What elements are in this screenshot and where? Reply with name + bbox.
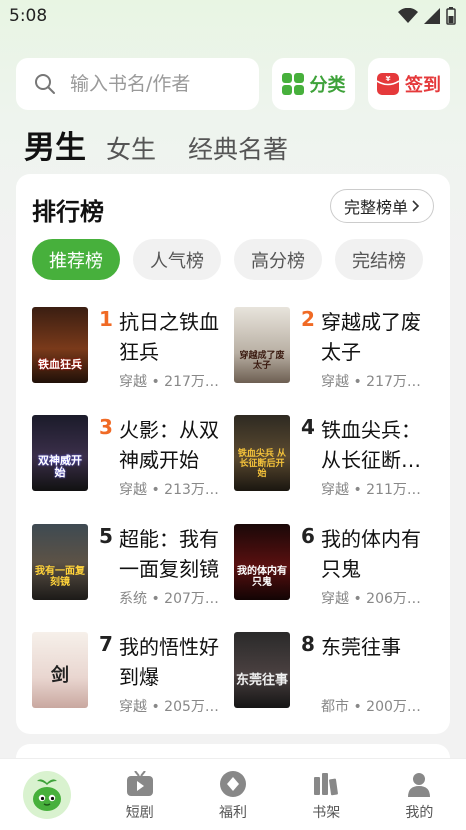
book-cover: 双神威开始 — [32, 415, 88, 491]
battery-icon — [446, 7, 456, 25]
book-title: 铁血尖兵：从长征断… — [321, 418, 421, 472]
book-meta: 穿越 • 206万… — [321, 591, 421, 607]
nav-label: 短剧 — [125, 805, 154, 821]
book-item[interactable]: 铁血尖兵 从长征断后开始 4 铁血尖兵：从长征断… 穿越 • 211万… — [234, 415, 434, 515]
book-cover: 铁血尖兵 从长征断后开始 — [234, 415, 290, 491]
tv-icon — [126, 771, 153, 796]
book-title: 超能：我有一面复刻镜 — [119, 527, 219, 581]
tab-classics[interactable]: 经典名著 — [188, 130, 288, 166]
book-item[interactable]: 铁血狂兵 1 抗日之铁血狂兵 穿越 • 217万… — [32, 307, 232, 407]
category-button-label: 分类 — [309, 75, 346, 96]
status-time: 5:08 — [9, 6, 48, 26]
book-cover: 铁血狂兵 — [32, 307, 88, 383]
search-input[interactable] — [70, 73, 250, 95]
cover-title: 东莞往事 — [236, 673, 289, 688]
nav-profile[interactable]: 我的 — [373, 759, 466, 830]
checkin-button[interactable]: ¥ 签到 — [368, 58, 450, 110]
ranking-card: 排行榜 完整榜单 推荐榜 人气榜 高分榜 完结榜 铁血狂兵 1 抗日之铁血狂兵 … — [16, 174, 450, 734]
book-rank: 7 — [99, 632, 113, 656]
cover-title: 我有一面复刻镜 — [35, 566, 85, 588]
book-title: 抗日之铁血狂兵 — [119, 310, 219, 364]
book-rank: 1 — [99, 307, 113, 331]
ranking-tabs: 推荐榜 人气榜 高分榜 完结榜 — [32, 239, 423, 280]
signal-icon — [424, 8, 440, 24]
nav-short-drama[interactable]: 短剧 — [93, 759, 186, 830]
book-cover: 东莞往事 — [234, 632, 290, 708]
book-title: 东莞往事 — [321, 635, 401, 659]
book-rank: 4 — [301, 415, 315, 439]
book-item[interactable]: 我的体内有只鬼 6 我的体内有只鬼 穿越 • 206万… — [234, 524, 434, 624]
grid-icon — [281, 73, 304, 95]
status-icons — [398, 7, 456, 25]
bottom-nav: 短剧 福利 书架 我的 — [0, 758, 466, 830]
cover-title: 剑 — [51, 665, 69, 686]
book-title: 火影：从双神威开始 — [119, 418, 219, 472]
book-title: 我的体内有只鬼 — [321, 527, 421, 581]
category-button[interactable]: 分类 — [272, 58, 355, 110]
cover-title: 我的体内有只鬼 — [237, 566, 287, 588]
book-cover: 剑 — [32, 632, 88, 708]
book-meta: 穿越 • 211万… — [321, 482, 421, 498]
cover-title: 铁血狂兵 — [38, 358, 82, 371]
search-icon — [35, 74, 55, 94]
checkin-button-label: 签到 — [405, 75, 441, 96]
book-meta: 穿越 • 205万… — [119, 699, 219, 715]
cover-title: 穿越成了废太子 — [239, 351, 285, 371]
book-meta: 系统 • 207万… — [119, 591, 219, 607]
book-meta: 穿越 • 217万… — [119, 374, 219, 390]
book-item[interactable]: 双神威开始 3 火影：从双神威开始 穿越 • 213万… — [32, 415, 232, 515]
book-title: 我的悟性好到爆 — [119, 635, 219, 689]
nav-label: 我的 — [405, 805, 434, 821]
nav-home[interactable] — [0, 759, 93, 830]
user-icon — [408, 773, 431, 797]
book-meta: 都市 • 200万… — [321, 699, 421, 715]
tab-female[interactable]: 女生 — [106, 130, 156, 166]
full-ranking-button[interactable]: 完整榜单 — [330, 189, 434, 223]
book-cover: 我的体内有只鬼 — [234, 524, 290, 600]
full-ranking-label: 完整榜单 — [343, 198, 408, 217]
status-bar: 5:08 — [0, 0, 466, 34]
nav-bookshelf[interactable]: 书架 — [280, 759, 373, 830]
tab-completed[interactable]: 完结榜 — [335, 239, 423, 280]
book-item[interactable]: 剑 7 我的悟性好到爆 穿越 • 205万… — [32, 632, 232, 732]
tab-recommend[interactable]: 推荐榜 — [32, 239, 120, 280]
mascot-icon — [22, 771, 71, 819]
book-rank: 8 — [301, 632, 315, 656]
tab-high-score[interactable]: 高分榜 — [234, 239, 322, 280]
search-box[interactable] — [16, 58, 259, 110]
book-item[interactable]: 我有一面复刻镜 5 超能：我有一面复刻镜 系统 • 207万… — [32, 524, 232, 624]
book-title: 穿越成了废太子 — [321, 310, 421, 364]
chevron-right-icon — [412, 200, 420, 212]
cover-title: 铁血尖兵 从长征断后开始 — [237, 449, 287, 479]
book-rank: 3 — [99, 415, 113, 439]
gender-tabs: 男生 女生 经典名著 — [24, 122, 320, 167]
cover-title: 双神威开始 — [38, 454, 82, 479]
bookshelf-icon — [314, 773, 339, 796]
book-item[interactable]: 穿越成了废太子 2 穿越成了废太子 穿越 • 217万… — [234, 307, 434, 407]
red-envelope-icon: ¥ — [377, 73, 399, 95]
book-rank: 6 — [301, 524, 315, 548]
book-meta: 穿越 • 213万… — [119, 482, 219, 498]
book-item[interactable]: 东莞往事 8 东莞往事 都市 • 200万… — [234, 632, 434, 732]
nav-label: 书架 — [312, 805, 341, 821]
book-cover: 穿越成了废太子 — [234, 307, 290, 383]
book-meta: 穿越 • 217万… — [321, 374, 421, 390]
svg-text:¥: ¥ — [386, 75, 391, 83]
tab-male[interactable]: 男生 — [24, 122, 86, 167]
tab-popular[interactable]: 人气榜 — [133, 239, 221, 280]
book-rank: 5 — [99, 524, 113, 548]
book-cover: 我有一面复刻镜 — [32, 524, 88, 600]
nav-label: 福利 — [219, 805, 247, 821]
ranking-title: 排行榜 — [32, 198, 104, 226]
book-rank: 2 — [301, 307, 315, 331]
wifi-icon — [398, 8, 418, 23]
nav-welfare[interactable]: 福利 — [186, 759, 279, 830]
coin-icon — [220, 771, 246, 797]
